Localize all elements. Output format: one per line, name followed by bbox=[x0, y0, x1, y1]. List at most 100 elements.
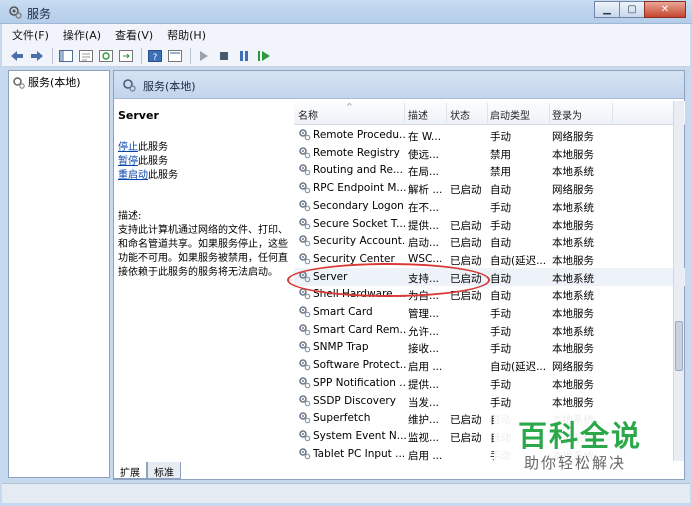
view-tabs: 扩展 标准 bbox=[113, 462, 181, 479]
col-logon[interactable]: 登录为 bbox=[552, 107, 582, 122]
vertical-scrollbar[interactable] bbox=[673, 101, 684, 461]
col-desc[interactable]: 描述 bbox=[408, 107, 428, 122]
cell-name: Smart Card bbox=[313, 306, 373, 318]
menu-help[interactable]: 帮助(H) bbox=[167, 27, 206, 43]
cell-logon: 网络服务 bbox=[552, 131, 594, 143]
cell-startup: 手动 bbox=[490, 396, 511, 409]
watermark-subtitle: 助你轻松解决 bbox=[524, 454, 627, 472]
properties-icon[interactable] bbox=[77, 47, 95, 65]
close-button[interactable]: ✕ bbox=[644, 1, 686, 18]
title-bar[interactable]: 服务 ▁ ▢ ✕ bbox=[0, 0, 692, 24]
menu-action[interactable]: 操作(A) bbox=[63, 27, 101, 43]
console-tree-icon[interactable] bbox=[57, 47, 75, 65]
services-icon bbox=[123, 79, 136, 92]
cell-name: Secondary Logon bbox=[313, 199, 404, 212]
stop-suffix: 此服务 bbox=[138, 142, 168, 153]
table-row[interactable]: RPC Endpoint M... 解析 ... 已启动 自动 网络服务 bbox=[294, 179, 685, 197]
menu-file[interactable]: 文件(F) bbox=[12, 27, 49, 43]
stop-link[interactable]: 停止 bbox=[118, 142, 138, 153]
cell-logon: 本地服务 bbox=[552, 308, 594, 320]
cell-name: Tablet PC Input ... bbox=[313, 447, 406, 460]
cell-name: Remote Procedu... bbox=[313, 129, 406, 141]
status-bar bbox=[2, 483, 690, 503]
pause-icon[interactable] bbox=[235, 47, 253, 65]
tab-standard[interactable]: 标准 bbox=[147, 462, 181, 479]
table-row[interactable]: Routing and Re... 在局... 禁用 本地系统 bbox=[294, 161, 685, 179]
services-icon bbox=[13, 76, 25, 89]
help-icon[interactable]: ? bbox=[146, 47, 164, 65]
cell-logon: 本地系统 bbox=[552, 237, 594, 250]
maximize-button[interactable]: ▢ bbox=[619, 1, 645, 18]
forward-icon[interactable] bbox=[28, 47, 46, 65]
cell-status: 已启动 bbox=[450, 272, 482, 285]
cell-desc: 管理... bbox=[408, 308, 440, 320]
cell-desc: 允许... bbox=[408, 325, 440, 338]
tree-item-services-local[interactable]: 服务(本地) bbox=[12, 74, 81, 90]
menu-view[interactable]: 查看(V) bbox=[115, 27, 153, 43]
cell-startup: 手动 bbox=[490, 343, 511, 356]
cell-logon: 本地系统 bbox=[552, 201, 594, 214]
table-row[interactable]: Software Protect... 启用 ... 自动(延迟... 网络服务 bbox=[294, 356, 685, 374]
watermark-title: 百科全说 bbox=[518, 419, 643, 453]
menu-bar: 文件(F) 操作(A) 查看(V) 帮助(H) bbox=[2, 24, 690, 45]
stop-icon[interactable] bbox=[215, 47, 233, 65]
cell-name: Superfetch bbox=[313, 412, 371, 425]
restart-icon[interactable] bbox=[255, 47, 273, 65]
cell-name: SNMP Trap bbox=[313, 341, 369, 354]
export-icon[interactable] bbox=[117, 47, 135, 65]
cell-logon: 网络服务 bbox=[552, 184, 594, 197]
table-row[interactable]: SSDP Discovery 当发... 手动 本地服务 bbox=[294, 392, 685, 410]
cell-name: Smart Card Rem... bbox=[313, 323, 406, 336]
cell-logon: 本地系统 bbox=[552, 272, 594, 285]
table-row[interactable]: Secure Socket T... 提供... 已启动 手动 本地服务 bbox=[294, 215, 685, 233]
cell-startup: 自动 bbox=[490, 272, 511, 285]
col-startup[interactable]: 启动类型 bbox=[490, 107, 530, 122]
restart-link[interactable]: 重启动 bbox=[118, 170, 148, 181]
table-row[interactable]: SPP Notification ... 提供... 手动 本地服务 bbox=[294, 374, 685, 392]
scrollbar-thumb[interactable] bbox=[675, 321, 683, 371]
pane-title: 服务(本地) bbox=[143, 80, 196, 93]
table-row[interactable]: Shell Hardware ... 为自... 已启动 自动 本地系统 bbox=[294, 285, 685, 303]
cell-name: RPC Endpoint M... bbox=[313, 182, 406, 195]
gear-icon bbox=[299, 253, 311, 265]
cell-desc: 提供... bbox=[408, 378, 440, 391]
console-tree: 服务(本地) bbox=[8, 70, 110, 478]
table-row[interactable]: Remote Procedu... 在 W... 手动 网络服务 bbox=[294, 126, 685, 144]
col-status[interactable]: 状态 bbox=[450, 107, 470, 122]
sort-ascending-icon: ^ bbox=[346, 102, 353, 111]
cell-desc: 在局... bbox=[408, 166, 440, 179]
table-row[interactable]: Remote Registry 使远... 禁用 本地服务 bbox=[294, 144, 685, 162]
cell-name: SSDP Discovery bbox=[313, 394, 396, 407]
table-row[interactable]: Security Account... 启动... 已启动 自动 本地系统 bbox=[294, 232, 685, 250]
table-row[interactable]: Security Center WSC... 已启动 自动(延迟... 本地服务 bbox=[294, 250, 685, 268]
cell-desc: 在 W... bbox=[408, 131, 442, 143]
cell-startup: 自动(延迟... bbox=[490, 254, 547, 267]
refresh-icon[interactable] bbox=[97, 47, 115, 65]
cell-startup: 自动 bbox=[490, 290, 511, 303]
gear-icon bbox=[299, 359, 311, 371]
cell-status: 已启动 bbox=[450, 254, 482, 267]
view-icon[interactable] bbox=[166, 47, 184, 65]
cell-name: Security Center bbox=[313, 252, 395, 265]
services-list: 名称 ^ 描述 状态 启动类型 登录为 Remote Procedu... 在 W… bbox=[294, 101, 685, 461]
col-name[interactable]: 名称 bbox=[298, 107, 318, 122]
tab-extended[interactable]: 扩展 bbox=[113, 462, 147, 479]
cell-logon: 本地系统 bbox=[552, 166, 594, 179]
cell-startup: 手动 bbox=[490, 131, 511, 143]
table-row[interactable]: Server 支持... 已启动 自动 本地系统 bbox=[294, 267, 685, 286]
table-row[interactable]: SNMP Trap 接收... 手动 本地服务 bbox=[294, 338, 685, 356]
cell-name: Server bbox=[313, 270, 348, 283]
gear-icon bbox=[299, 323, 311, 335]
cell-name: Software Protect... bbox=[313, 359, 406, 372]
table-row[interactable]: Smart Card Rem... 允许... 手动 本地系统 bbox=[294, 321, 685, 339]
cell-name: Routing and Re... bbox=[313, 164, 403, 177]
table-row[interactable]: Secondary Logon 在不... 手动 本地系统 bbox=[294, 197, 685, 215]
cell-status: 已启动 bbox=[450, 184, 482, 197]
gear-icon bbox=[299, 146, 311, 158]
back-icon[interactable] bbox=[8, 47, 26, 65]
minimize-button[interactable]: ▁ bbox=[594, 1, 620, 18]
start-icon[interactable] bbox=[195, 47, 213, 65]
table-row[interactable]: Smart Card 管理... 手动 本地服务 bbox=[294, 303, 685, 321]
cell-startup: 手动 bbox=[490, 308, 511, 320]
pause-link[interactable]: 暂停 bbox=[118, 156, 138, 167]
